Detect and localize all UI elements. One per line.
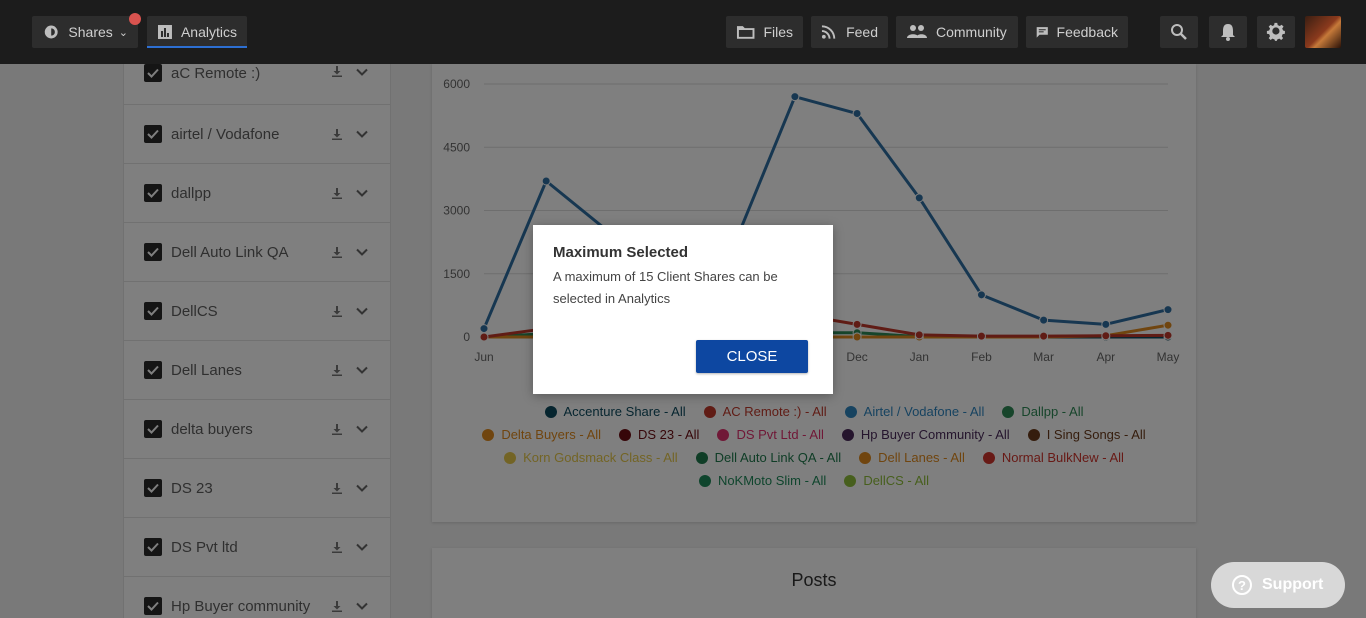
shares-dropdown[interactable]: Shares ⌄: [32, 13, 141, 48]
close-button[interactable]: CLOSE: [696, 340, 808, 373]
user-avatar[interactable]: [1305, 16, 1341, 48]
gear-icon: [1266, 22, 1285, 41]
analytics-tab[interactable]: Analytics: [147, 16, 247, 48]
support-label: Support: [1262, 576, 1324, 593]
shares-icon: [44, 25, 58, 39]
chevron-down-icon: ⌄: [118, 26, 128, 39]
search-icon: [1171, 24, 1187, 40]
feedback-label: Feedback: [1056, 24, 1118, 40]
feed-label: Feed: [846, 24, 878, 40]
feed-button[interactable]: Feed: [811, 16, 888, 48]
people-icon: [907, 25, 927, 38]
files-label: Files: [763, 24, 793, 40]
top-navigation-bar: Shares ⌄ Analytics Files Feed Community …: [0, 0, 1366, 64]
feedback-icon: [1036, 27, 1048, 38]
folder-icon: [736, 26, 755, 39]
active-tab-indicator: [147, 46, 247, 48]
search-button[interactable]: [1160, 16, 1198, 48]
notifications-button[interactable]: [1209, 16, 1247, 48]
dialog-message: A maximum of 15 Client Shares can be sel…: [553, 269, 778, 306]
analytics-label: Analytics: [180, 24, 237, 40]
feedback-button[interactable]: Feedback: [1026, 16, 1128, 48]
files-button[interactable]: Files: [726, 16, 803, 48]
settings-button[interactable]: [1257, 16, 1295, 48]
bell-icon: [1221, 24, 1235, 41]
max-selected-dialog: Maximum Selected A maximum of 15 Client …: [533, 225, 833, 394]
community-button[interactable]: Community: [896, 16, 1018, 48]
notification-dot: [129, 13, 141, 25]
community-label: Community: [936, 24, 1007, 40]
help-icon: ?: [1232, 575, 1252, 595]
dialog-title: Maximum Selected: [553, 244, 689, 261]
rss-feed-icon: [821, 25, 836, 39]
shares-label: Shares: [68, 24, 113, 40]
support-button[interactable]: ? Support: [1211, 562, 1345, 608]
bar-chart-icon: [157, 25, 172, 39]
